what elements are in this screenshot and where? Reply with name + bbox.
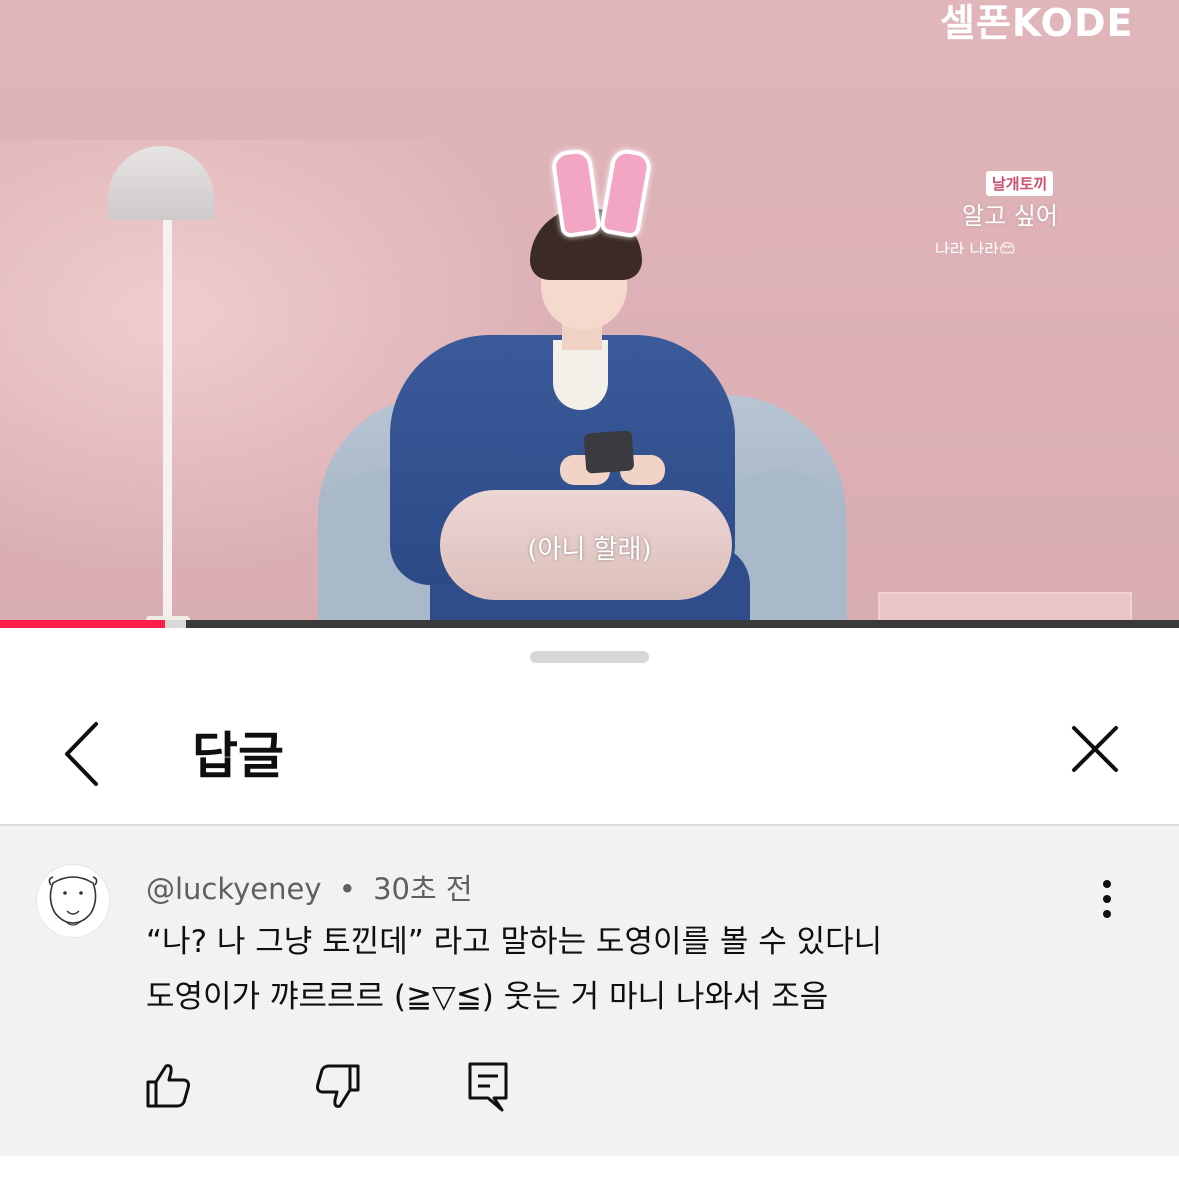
caption-partial: 나라 나라😊: [935, 240, 1016, 254]
progress-played[interactable]: [0, 620, 165, 628]
comment-item: @luckyeney • 30초 전 “나? 나 그냥 토낀데” 라고 말하는 …: [0, 826, 1179, 1156]
video-subtitle: (아니 할래): [527, 535, 652, 565]
comment-time: 30초 전: [373, 872, 473, 906]
reply-icon: [468, 1062, 508, 1112]
sheet-header: 답글: [0, 688, 1179, 823]
thumbs-up-icon: [146, 1064, 190, 1108]
comment-actions: [0, 1058, 700, 1118]
reply-button[interactable]: [460, 1058, 516, 1114]
comment-text-line-2: 도영이가 꺄르르르 (≧▽≦) 웃는 거 마니 나와서 조음: [146, 979, 829, 1015]
channel-logo: 셀폰KODE: [940, 1, 1134, 45]
thumbs-down-icon: [316, 1064, 360, 1108]
sheet-bottom: [0, 1156, 1179, 1179]
video-player[interactable]: 셀폰KODE 날개토끼 알고 싶어 나라 나라😊 (아니 할래): [0, 0, 1179, 628]
back-button[interactable]: [50, 716, 120, 796]
comment-meta: @luckyeney • 30초 전: [146, 866, 473, 908]
caption-main: 알고 싶어: [962, 202, 1058, 230]
more-vertical-icon: [1103, 880, 1111, 918]
replies-sheet: 답글 @luckyeney • 30초 전 “나? 나 그냥 토낀데” 라고 말…: [0, 628, 1179, 1179]
like-button[interactable]: [140, 1058, 196, 1114]
phone: [583, 430, 635, 474]
sheet-grabber[interactable]: [530, 651, 649, 663]
close-icon: [1072, 726, 1118, 772]
comment-author[interactable]: @luckyeney: [146, 872, 322, 906]
sheet-title: 답글: [192, 727, 284, 785]
comment-text-line-1: “나? 나 그냥 토낀데” 라고 말하는 도영이를 볼 수 있다니: [146, 924, 883, 960]
sheep-avatar-icon: [48, 876, 98, 926]
avatar[interactable]: [36, 864, 110, 938]
close-button[interactable]: [1060, 716, 1130, 786]
person-shirt: [553, 340, 608, 410]
dislike-button[interactable]: [310, 1058, 366, 1114]
comment-menu-button[interactable]: [1090, 876, 1124, 922]
caption-tag: 날개토끼: [986, 171, 1054, 196]
meta-separator: •: [338, 872, 356, 906]
chevron-left-icon: [65, 722, 98, 786]
